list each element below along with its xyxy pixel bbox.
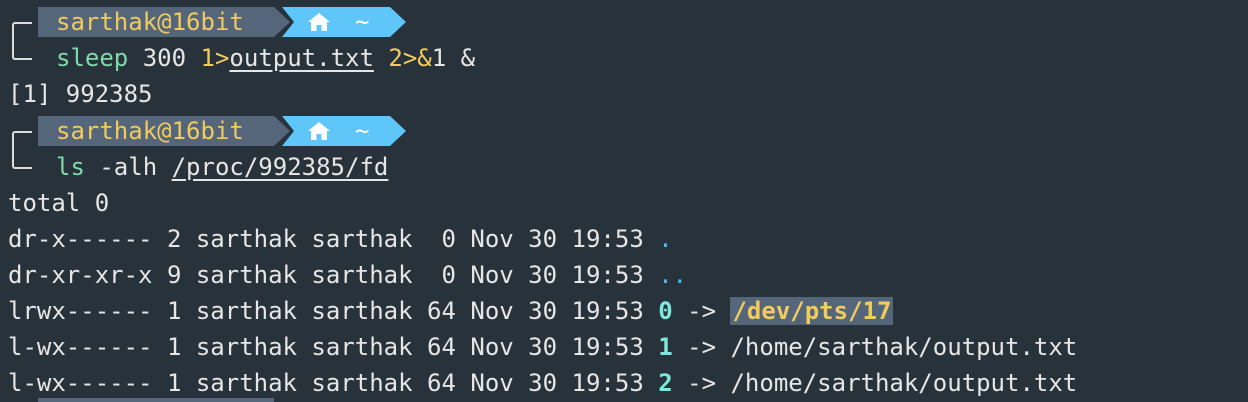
prompt-dir-segment (282, 7, 390, 37)
prompt-corner-top (12, 131, 32, 151)
command-background: & (460, 44, 476, 72)
prompt-corner-bottom (12, 40, 32, 60)
prompt-user-host: sarthak@16bit (56, 8, 244, 36)
terminal-window[interactable]: sarthak@16bit ~ sleep 300 1>output.txt 2… (0, 0, 1248, 402)
prompt-dir-segment (282, 116, 390, 146)
command-flags: -alh (99, 153, 158, 181)
command-redirect-stdout: 1> (200, 44, 230, 72)
listing-row: dr-x------ 2 sarthak sarthak 0 Nov 30 19… (8, 221, 673, 257)
listing-fd: 1 (658, 333, 673, 361)
command-1: sleep 300 1>output.txt 2>&1 & (56, 40, 475, 76)
total-line: total 0 (8, 189, 110, 217)
listing-arrow: -> (672, 369, 731, 397)
listing-meta: lrwx------ 1 sarthak sarthak 64 Nov 30 1… (8, 297, 659, 325)
listing-meta: dr-xr-xr-x 9 sarthak sarthak 0 Nov 30 19… (8, 261, 659, 289)
listing-row: l-wx------ 1 sarthak sarthak 64 Nov 30 1… (8, 329, 1077, 365)
listing-row: dr-xr-xr-x 9 sarthak sarthak 0 Nov 30 19… (8, 257, 687, 293)
next-prompt-segment (38, 398, 274, 402)
listing-name: . (658, 225, 673, 253)
listing-target: /home/sarthak/output.txt (730, 333, 1078, 361)
listing-fd: 2 (658, 369, 673, 397)
command-arg: 300 (142, 44, 187, 72)
prompt-end-arrow (390, 116, 406, 146)
command-row-1: sleep 300 1>output.txt 2>&1 & (0, 40, 1248, 76)
command-redirect-target: 1 (431, 44, 447, 72)
listing-arrow: -> (672, 297, 731, 325)
listing-target-highlighted: /dev/pts/17 (730, 297, 894, 325)
listing-meta: l-wx------ 1 sarthak sarthak 64 Nov 30 1… (8, 333, 659, 361)
listing-name: .. (658, 261, 688, 289)
listing-arrow: -> (672, 333, 731, 361)
command-file: output.txt (229, 44, 374, 72)
home-icon (308, 122, 330, 140)
command-2: ls -alh /proc/992385/fd (56, 149, 388, 185)
prompt-corner-top (12, 22, 32, 42)
command-bin: sleep (56, 44, 129, 72)
listing-target: /home/sarthak/output.txt (730, 369, 1078, 397)
command-redirect-stderr: 2>& (388, 44, 432, 72)
prompt-1: sarthak@16bit ~ (0, 4, 1248, 42)
listing-meta: l-wx------ 1 sarthak sarthak 64 Nov 30 1… (8, 369, 659, 397)
listing-row: lrwx------ 1 sarthak sarthak 64 Nov 30 1… (8, 293, 894, 329)
prompt-2: sarthak@16bit ~ (0, 113, 1248, 151)
prompt-corner-bottom (12, 149, 32, 169)
prompt-user-host: sarthak@16bit (56, 117, 244, 145)
prompt-dir: ~ (355, 117, 370, 145)
listing-row: l-wx------ 1 sarthak sarthak 64 Nov 30 1… (8, 365, 1077, 401)
job-output: [1] 992385 (8, 80, 153, 108)
listing-meta: dr-x------ 2 sarthak sarthak 0 Nov 30 19… (8, 225, 659, 253)
prompt-dir: ~ (355, 8, 370, 36)
listing-fd: 0 (658, 297, 673, 325)
command-bin: ls (56, 153, 85, 181)
command-row-2: ls -alh /proc/992385/fd (0, 149, 1248, 185)
prompt-end-arrow (390, 7, 406, 37)
home-icon (308, 13, 330, 31)
command-path: /proc/992385/fd (171, 153, 389, 181)
